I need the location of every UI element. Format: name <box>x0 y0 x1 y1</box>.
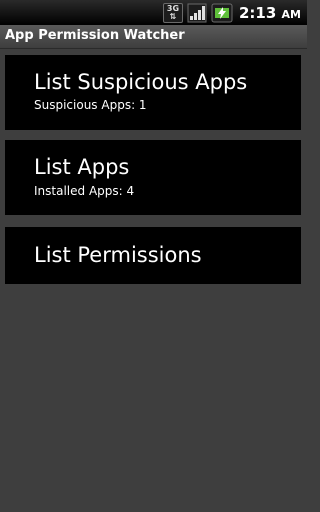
battery-charging-icon <box>211 3 233 22</box>
menu-item-list-suspicious-apps[interactable]: List Suspicious Apps Suspicious Apps: 1 <box>5 55 301 130</box>
network-3g-icon: 3G ⇅ <box>162 2 183 23</box>
signal-bars-icon <box>187 3 207 22</box>
menu-item-list-permissions[interactable]: List Permissions <box>5 227 301 284</box>
menu-item-subtitle: Suspicious Apps: 1 <box>34 98 147 112</box>
menu-item-list-apps[interactable]: List Apps Installed Apps: 4 <box>5 140 301 215</box>
menu-item-title: List Permissions <box>34 243 202 267</box>
menu-item-title: List Apps <box>34 155 130 179</box>
status-bar: 3G ⇅ 2:13 AM <box>0 0 307 25</box>
network-arrows-label: ⇅ <box>169 11 177 21</box>
app-title-bar: App Permission Watcher <box>0 25 307 49</box>
app-title: App Permission Watcher <box>5 28 185 43</box>
status-ampm: AM <box>281 7 301 21</box>
status-icons: 3G ⇅ 2:13 AM <box>162 2 301 23</box>
menu-item-title: List Suspicious Apps <box>34 70 248 94</box>
status-clock: 2:13 AM <box>239 4 301 22</box>
status-time: 2:13 <box>238 3 277 22</box>
menu-item-subtitle: Installed Apps: 4 <box>34 184 135 198</box>
